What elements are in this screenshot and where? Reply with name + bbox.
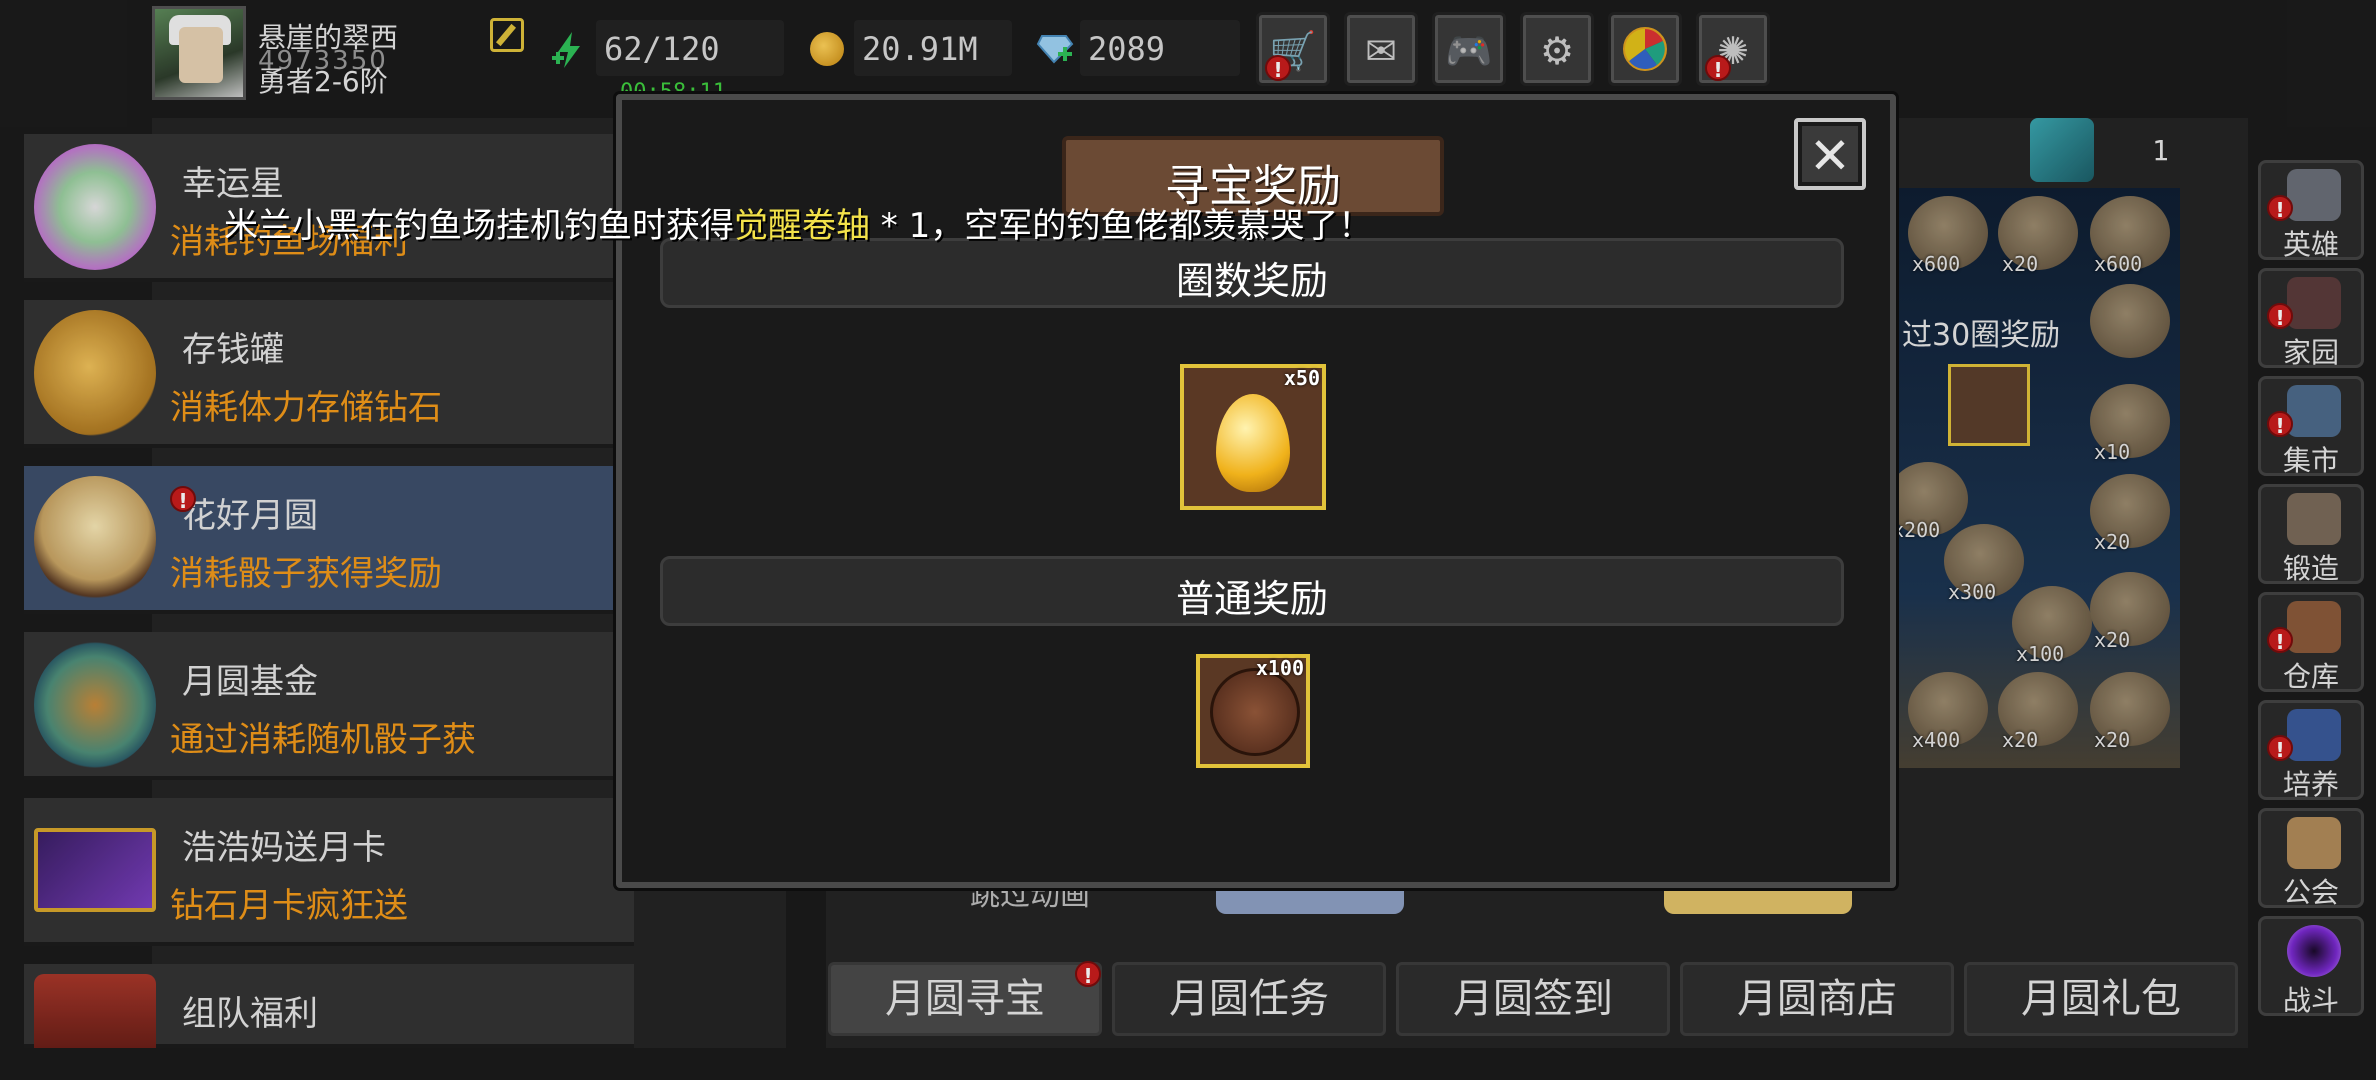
broadcast-suffix: * 1，空军的钓鱼佬都羡慕哭了！ xyxy=(870,206,1373,246)
golden-egg-icon xyxy=(1216,394,1290,492)
broadcast-message: 米兰小黑在钓鱼场挂机钓鱼时获得觉醒卷轴 * 1，空军的钓鱼佬都羡慕哭了！ xyxy=(224,198,1372,247)
close-button[interactable]: ✕ xyxy=(1794,118,1866,190)
mooncake-icon xyxy=(1210,668,1300,756)
reward-quantity: x50 xyxy=(1283,366,1320,390)
lap-reward-item[interactable]: x50 xyxy=(1180,364,1326,510)
reward-quantity: x100 xyxy=(1255,656,1304,680)
broadcast-item: 觉醒卷轴 xyxy=(734,206,870,246)
normal-reward-item[interactable]: x100 xyxy=(1196,654,1310,768)
broadcast-prefix: 米兰小黑在钓鱼场挂机钓鱼时获得 xyxy=(224,206,734,246)
lap-reward-section-label: 圈数奖励 xyxy=(1175,259,1328,303)
normal-reward-section-label: 普通奖励 xyxy=(1175,577,1328,621)
close-icon: ✕ xyxy=(1809,127,1851,185)
